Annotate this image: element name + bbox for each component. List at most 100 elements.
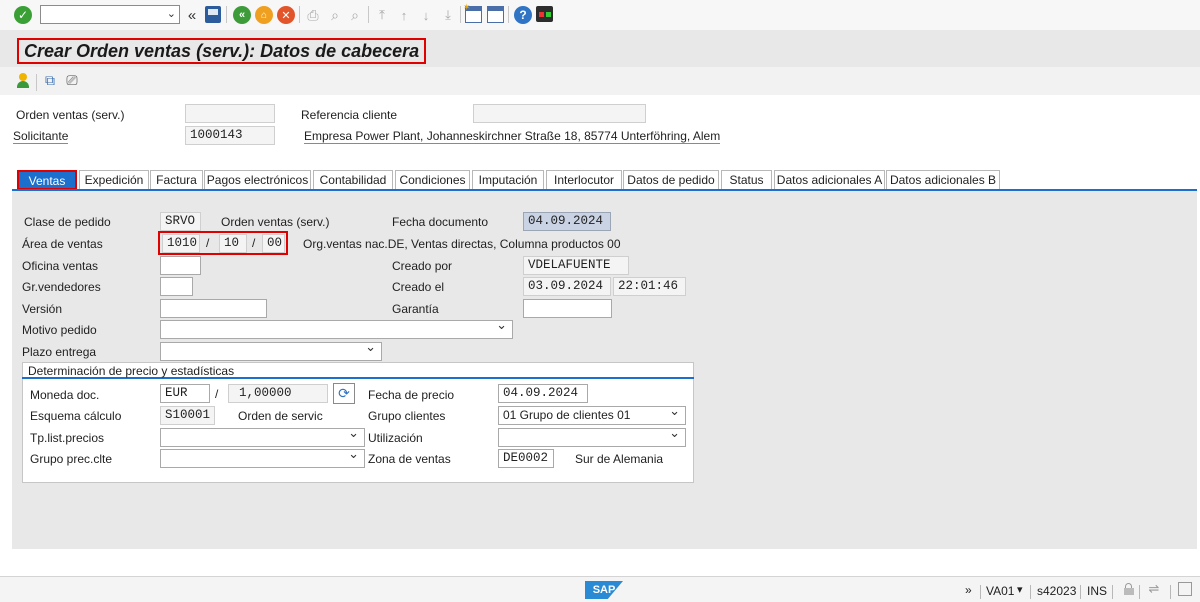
esquema-label: Esquema cálculo [30, 409, 122, 423]
partner-icon[interactable] [16, 73, 30, 89]
utilizacion-label: Utilización [368, 431, 423, 445]
utilizacion-dropdown[interactable] [498, 428, 686, 447]
tp-list-precios-dropdown[interactable] [160, 428, 365, 447]
solicitante-field[interactable]: 1000143 [185, 126, 275, 145]
division-field[interactable]: 00 [262, 234, 285, 253]
refresh-icon[interactable]: ⟳ [333, 383, 355, 404]
creado-por-label: Creado por [392, 259, 453, 273]
oficina-ventas-label: Oficina ventas [22, 259, 99, 273]
area-ventas-label: Área de ventas [22, 237, 103, 251]
garantia-label: Garantía [392, 302, 439, 316]
shortcut-icon[interactable] [487, 6, 504, 23]
find-next-icon[interactable]: ⌕ [346, 6, 364, 24]
creado-el-date-field[interactable]: 03.09.2024 [523, 277, 611, 296]
oficina-ventas-field[interactable] [160, 256, 201, 275]
zona-ventas-field[interactable]: DE0002 [498, 449, 554, 468]
tab-datos-adicionales-b[interactable]: Datos adicionales B [886, 170, 1000, 190]
tab-status[interactable]: Status [721, 170, 772, 190]
plazo-entrega-dropdown[interactable] [160, 342, 382, 361]
creado-por-field[interactable]: VDELAFUENTE [523, 256, 629, 275]
next-page-icon[interactable]: ↓ [417, 6, 435, 24]
plazo-entrega-label: Plazo entrega [22, 345, 97, 359]
layout-icon[interactable] [536, 6, 553, 22]
new-session-icon[interactable]: ✶ [463, 2, 482, 23]
tab-interlocutor[interactable]: Interlocutor [546, 170, 622, 190]
creado-el-label: Creado el [392, 280, 445, 294]
save-icon[interactable] [205, 6, 221, 23]
window-icon[interactable] [1178, 582, 1192, 596]
status-dropdown-icon[interactable]: ▾ [1017, 583, 1023, 596]
back-double-icon[interactable]: « [185, 6, 199, 24]
fecha-precio-field[interactable]: 04.09.2024 [498, 384, 588, 403]
garantia-field[interactable] [523, 299, 612, 318]
sap-logo: SAP [585, 581, 623, 599]
exit-icon[interactable]: ⌂ [255, 6, 273, 24]
grupo-prec-label: Grupo prec.clte [30, 452, 113, 466]
tab-imputacion[interactable]: Imputación [472, 170, 544, 190]
page-title: Crear Orden ventas (serv.): Datos de cab… [17, 38, 427, 64]
cancel-icon[interactable]: ✕ [277, 6, 295, 24]
referencia-field[interactable] [473, 104, 646, 123]
gr-vendedores-label: Gr.vendedores [22, 280, 101, 294]
grupo-clientes-label: Grupo clientes [368, 409, 446, 423]
print-icon[interactable]: ⎙ [304, 6, 322, 24]
connection-icon: ⇌ [1148, 581, 1160, 596]
fecha-documento-field[interactable]: 04.09.2024 [523, 212, 611, 231]
orden-label: Orden ventas (serv.) [16, 108, 125, 122]
command-field[interactable]: ⌄ [40, 5, 180, 24]
prev-page-icon[interactable]: ↑ [395, 6, 413, 24]
area-separator-1: / [206, 236, 210, 250]
first-page-icon[interactable]: ⤒ [373, 6, 391, 24]
clase-description: Orden ventas (serv.) [221, 215, 330, 229]
copy-icon[interactable]: ⧉ [42, 72, 58, 89]
back-icon[interactable]: « [233, 6, 251, 24]
solicitante-description: Empresa Power Plant, Johanneskirchner St… [304, 129, 721, 144]
sales-org-field[interactable]: 1010 [162, 234, 200, 253]
version-label: Versión [22, 302, 63, 316]
tp-list-precios-label: Tp.list.precios [30, 431, 105, 445]
zona-ventas-description: Sur de Alemania [575, 452, 664, 466]
display-doc-icon[interactable]: ⎚ [64, 72, 80, 89]
channel-field[interactable]: 10 [219, 234, 247, 253]
area-ventas-description: Org.ventas nac.DE, Ventas directas, Colu… [303, 237, 621, 251]
tab-expedicion[interactable]: Expedición [79, 170, 149, 190]
last-page-icon[interactable]: ⤓ [439, 6, 457, 24]
gr-vendedores-field[interactable] [160, 277, 193, 296]
tasa-cambio-field[interactable]: 1,00000 [228, 384, 328, 403]
version-field[interactable] [160, 299, 267, 318]
clase-field[interactable]: SRVO [160, 212, 201, 231]
chevron-down-icon[interactable]: ⌄ [167, 7, 176, 20]
solicitante-label[interactable]: Solicitante [13, 129, 69, 144]
help-icon[interactable]: ? [514, 6, 532, 24]
lock-icon[interactable] [1124, 583, 1134, 595]
tab-datos-adicionales-a[interactable]: Datos adicionales A [774, 170, 885, 190]
tab-ventas[interactable]: Ventas [17, 170, 77, 190]
find-icon[interactable]: ⌕ [326, 6, 344, 24]
grupo-clientes-dropdown[interactable]: 01 Grupo de clientes 01 [498, 406, 686, 425]
motivo-pedido-dropdown[interactable] [160, 320, 513, 339]
status-bar: SAP » VA01 ▾ s42023 INS ⇌ [0, 576, 1200, 602]
tab-datos-de-pedido[interactable]: Datos de pedido [623, 170, 719, 190]
grupo-prec-dropdown[interactable] [160, 449, 365, 468]
server-name: s42023 [1037, 584, 1077, 598]
check-icon[interactable]: ✓ [14, 6, 32, 24]
tab-factura[interactable]: Factura [150, 170, 203, 190]
system-toolbar: ✓ ⌄ « « ⌂ ✕ ⎙ ⌕ ⌕ ⤒ ↑ ↓ ⤓ ✶ ? [0, 0, 1200, 30]
motivo-pedido-label: Motivo pedido [22, 323, 97, 337]
moneda-label: Moneda doc. [30, 388, 100, 402]
status-expand[interactable]: » [965, 583, 972, 597]
creado-el-time-field[interactable]: 22:01:46 [613, 277, 686, 296]
input-mode: INS [1087, 584, 1108, 598]
fecha-documento-label: Fecha documento [392, 215, 489, 229]
referencia-label: Referencia cliente [301, 108, 398, 122]
tab-contabilidad[interactable]: Contabilidad [313, 170, 393, 190]
esquema-field[interactable]: S10001 [160, 406, 215, 425]
fecha-precio-label: Fecha de precio [368, 388, 455, 402]
orden-field[interactable] [185, 104, 275, 123]
zona-ventas-label: Zona de ventas [368, 452, 451, 466]
moneda-field[interactable]: EUR [160, 384, 210, 403]
tab-condiciones[interactable]: Condiciones [395, 170, 470, 190]
clase-label: Clase de pedido [24, 215, 111, 229]
moneda-separator: / [215, 387, 219, 401]
tab-pagos-electronicos[interactable]: Pagos electrónicos [204, 170, 311, 190]
